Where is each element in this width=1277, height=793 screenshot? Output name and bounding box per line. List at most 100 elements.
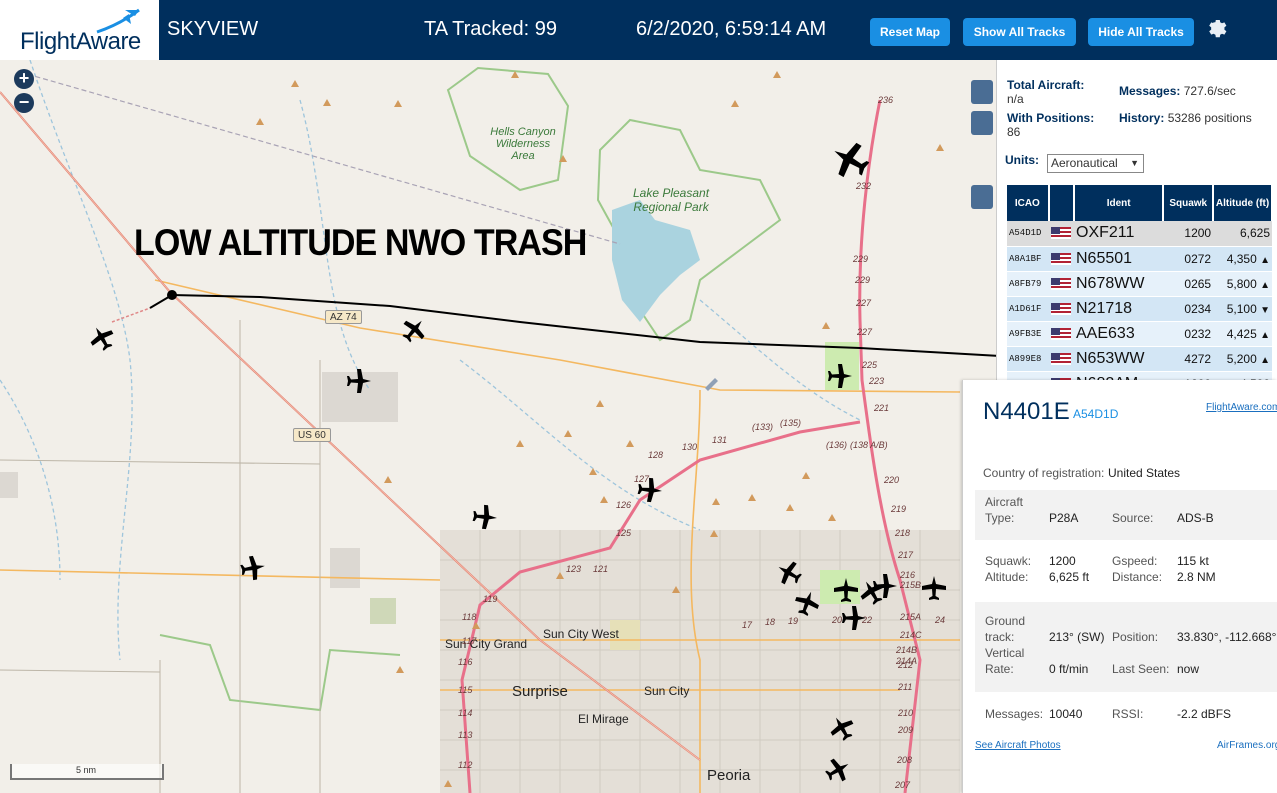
trend-icon: ▲	[1260, 329, 1270, 341]
row-altitude-value: 6,625	[1239, 226, 1270, 241]
us-flag-icon	[1050, 227, 1071, 240]
rssi-label: RSSI:	[1112, 707, 1144, 721]
altitude-label: Altitude:	[985, 570, 1029, 584]
trend-icon: ▲	[1260, 354, 1270, 366]
aircraft-icon[interactable]	[828, 364, 852, 388]
aircraft-icon[interactable]	[636, 476, 664, 504]
col-ident[interactable]: Ident	[1074, 185, 1165, 221]
trend-icon: ▼	[1260, 304, 1270, 316]
row-icao: A899E8	[1007, 346, 1049, 372]
position-label: Position:	[1112, 630, 1159, 644]
aircraft-icon[interactable]	[397, 313, 431, 347]
row-altitude: 4,425 ▲	[1213, 321, 1272, 347]
aircraft-detail-panel: N4401E A54D1D FlightAware.com Country of…	[962, 380, 1277, 793]
units-value: Aeronautical	[1051, 156, 1118, 170]
history-stat: History: 53286 positions	[1119, 111, 1259, 125]
aircraft-icon[interactable]	[825, 711, 859, 745]
distance-label: Distance:	[1112, 570, 1163, 584]
app-name: SKYVIEW	[167, 18, 259, 40]
country-label: Country of registration:	[983, 466, 1105, 480]
row-altitude: 5,800 ▲	[1213, 271, 1272, 297]
table-row[interactable]: A8FB79 N678WW 0265 5,800 ▲	[1007, 271, 1272, 297]
row-icao: A54D1D	[1007, 221, 1049, 247]
scale-label: 5 nm	[76, 765, 97, 775]
country-value: United States	[1108, 466, 1181, 480]
gear-icon[interactable]	[1205, 17, 1229, 41]
history-value: 53286 positions	[1167, 111, 1252, 125]
flightaware-link[interactable]: FlightAware.com	[1206, 402, 1277, 413]
row-squawk: 1200	[1163, 221, 1214, 247]
row-icao: A1D61F	[1007, 296, 1049, 322]
col-flag	[1048, 185, 1076, 221]
scale-bar: 5 nm	[10, 764, 164, 780]
with-positions-label: With Positions:	[1007, 111, 1095, 125]
top-bar: FlightAware SKYVIEW TA Tracked: 99 6/2/2…	[0, 0, 1277, 60]
us-flag-icon	[1050, 352, 1071, 365]
row-altitude-value: 5,800	[1226, 276, 1257, 291]
row-altitude-value: 4,350	[1226, 251, 1257, 266]
aircraft-icon[interactable]	[825, 135, 875, 185]
gspeed-value: 115 kt	[1177, 554, 1209, 568]
history-label: History:	[1119, 111, 1165, 125]
row-squawk: 0234	[1163, 296, 1214, 322]
row-ident: N678WW	[1074, 271, 1164, 297]
aircraft-photos-link[interactable]: See Aircraft Photos	[975, 740, 1061, 751]
distance-value: 2.8 NM	[1177, 570, 1216, 584]
source-label: Source:	[1112, 511, 1154, 525]
row-flag	[1048, 271, 1074, 297]
vertical-rate-label: Vertical Rate:	[985, 646, 1025, 676]
us-flag-icon	[1050, 277, 1071, 290]
table-row[interactable]: A899E8 N653WW 4272 5,200 ▲	[1007, 346, 1272, 372]
row-squawk: 0232	[1163, 321, 1214, 347]
aircraft-type-label: Aircraft Type:	[985, 495, 1024, 525]
col-altitude[interactable]: Altitude (ft)	[1213, 185, 1273, 221]
chevron-down-icon: ▼	[1130, 158, 1139, 168]
table-row[interactable]: A9FB3E AAE633 0232 4,425 ▲	[1007, 321, 1272, 347]
skyview-app: FlightAware SKYVIEW TA Tracked: 99 6/2/2…	[0, 0, 1277, 793]
aircraft-icon[interactable]	[922, 576, 946, 600]
ground-track-value: 213° (SW)	[1049, 630, 1105, 644]
detail-registration: N4401E	[983, 398, 1070, 425]
row-flag	[1048, 321, 1074, 347]
col-icao[interactable]: ICAO	[1007, 185, 1050, 221]
row-altitude-value: 4,425	[1226, 326, 1257, 341]
aircraft-icon[interactable]	[821, 753, 855, 787]
reset-map-button[interactable]: Reset Map	[870, 18, 950, 46]
aircraft-icon[interactable]	[873, 574, 897, 598]
last-seen-label: Last Seen:	[1112, 662, 1170, 676]
row-altitude: 6,625	[1213, 221, 1272, 247]
aircraft-icon[interactable]	[239, 554, 267, 582]
table-row[interactable]: A8A1BF N65501 0272 4,350 ▲	[1007, 246, 1272, 272]
units-select[interactable]: Aeronautical ▼	[1047, 154, 1144, 173]
units-label: Units:	[1005, 153, 1039, 167]
aircraft-table: ICAO Ident Squawk Altitude (ft) A54D1D OX…	[1007, 185, 1273, 397]
trend-icon: ▲	[1260, 254, 1270, 266]
aircraft-icon[interactable]	[791, 587, 823, 619]
aircraft-icon[interactable]	[772, 556, 806, 590]
gspeed-label: Gspeed:	[1112, 554, 1158, 568]
flightaware-logo[interactable]: FlightAware	[0, 0, 162, 60]
row-icao: A9FB3E	[1007, 321, 1049, 347]
aircraft-list-panel: Total Aircraft: n/a With Positions: 86 M…	[996, 60, 1277, 397]
squawk-value: 1200	[1049, 554, 1076, 568]
aircraft-icon[interactable]	[842, 606, 866, 630]
show-all-tracks-button[interactable]: Show All Tracks	[963, 18, 1076, 46]
us-flag-icon	[1050, 302, 1071, 315]
aircraft-icon[interactable]	[834, 578, 858, 602]
aircraft-icon[interactable]	[85, 321, 119, 355]
aircraft-icon[interactable]	[347, 369, 371, 393]
col-squawk[interactable]: Squawk	[1163, 185, 1215, 221]
aircraft-icon[interactable]	[471, 503, 499, 531]
row-altitude-value: 5,100	[1226, 301, 1257, 316]
source-value: ADS-B	[1177, 511, 1214, 525]
airframes-link[interactable]: AirFrames.org	[1217, 740, 1277, 751]
table-row[interactable]: A1D61F N21718 0234 5,100 ▼	[1007, 296, 1272, 322]
table-row[interactable]: A54D1D OXF211 1200 6,625	[1007, 221, 1272, 247]
aircraft-icon[interactable]	[855, 575, 889, 609]
position-value: 33.830°, -112.668°	[1177, 630, 1277, 644]
ground-track-label: Ground track:	[985, 614, 1026, 644]
row-flag	[1048, 246, 1074, 272]
row-icao: A8FB79	[1007, 271, 1049, 297]
row-ident: N65501	[1074, 246, 1164, 272]
hide-all-tracks-button[interactable]: Hide All Tracks	[1088, 18, 1194, 46]
